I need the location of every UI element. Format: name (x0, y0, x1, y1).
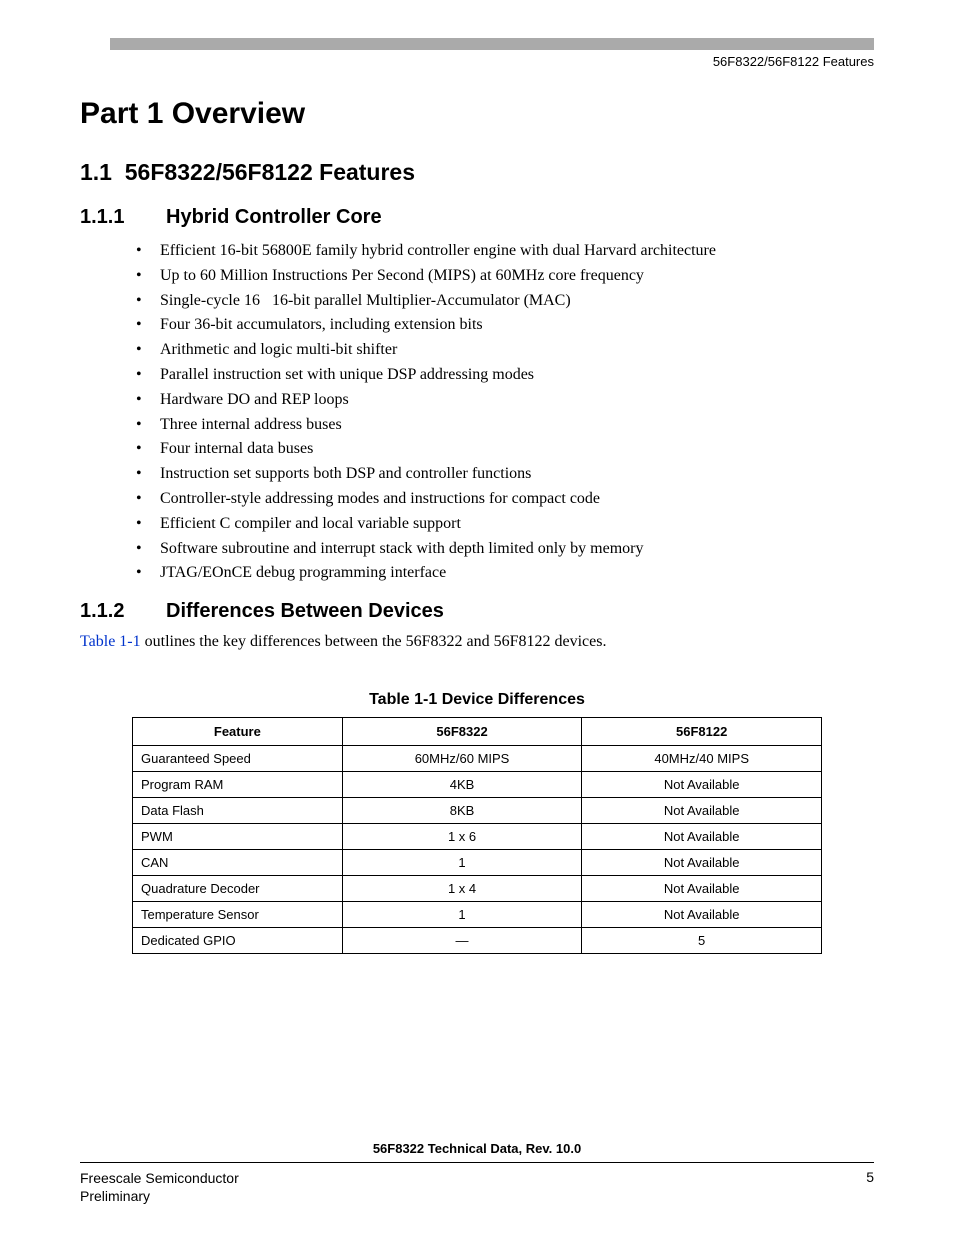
list-item: Three internal address buses (136, 413, 874, 438)
page-footer: 56F8322 Technical Data, Rev. 10.0 Freesc… (80, 1141, 874, 1205)
section-title: 1.1 56F8322/56F8122 Features (80, 159, 874, 186)
list-item: Up to 60 Million Instructions Per Second… (136, 264, 874, 289)
table-cell: Not Available (582, 876, 822, 902)
table-cell: 8KB (342, 798, 582, 824)
list-item: Software subroutine and interrupt stack … (136, 537, 874, 562)
table-cell: Data Flash (133, 798, 343, 824)
subsection-1-title: 1.1.1Hybrid Controller Core (80, 206, 874, 229)
table-caption: Table 1-1 Device Differences (80, 691, 874, 709)
footer-page-number: 5 (866, 1169, 874, 1205)
differences-paragraph: Table 1-1 outlines the key differences b… (80, 633, 874, 651)
list-item: Single-cycle 16 16-bit parallel Multipli… (136, 289, 874, 314)
table-cell: — (342, 928, 582, 954)
list-item: Arithmetic and logic multi-bit shifter (136, 338, 874, 363)
footer-company: Freescale Semiconductor (80, 1169, 239, 1187)
table-cell: Dedicated GPIO (133, 928, 343, 954)
footer-rule (80, 1162, 874, 1163)
device-differences-table: Feature 56F8322 56F8122 Guaranteed Speed… (132, 717, 822, 954)
table-link[interactable]: Table 1-1 (80, 633, 141, 650)
table-cell: Not Available (582, 902, 822, 928)
subsection-1-text: Hybrid Controller Core (166, 206, 382, 228)
table-cell: 5 (582, 928, 822, 954)
list-item: Four internal data buses (136, 437, 874, 462)
table-row: Data Flash8KBNot Available (133, 798, 822, 824)
subsection-2-number: 1.1.2 (80, 600, 166, 623)
table-row: CAN1Not Available (133, 850, 822, 876)
table-cell: 40MHz/40 MIPS (582, 746, 822, 772)
footer-doc-id: 56F8322 Technical Data, Rev. 10.0 (80, 1141, 874, 1156)
table-row: PWM1 x 6Not Available (133, 824, 822, 850)
list-item: Parallel instruction set with unique DSP… (136, 363, 874, 388)
section-number: 1.1 (80, 159, 112, 185)
table-row: Temperature Sensor1Not Available (133, 902, 822, 928)
table-row: Dedicated GPIO—5 (133, 928, 822, 954)
table-header: Feature (133, 718, 343, 746)
table-row: Quadrature Decoder1 x 4Not Available (133, 876, 822, 902)
table-cell: 4KB (342, 772, 582, 798)
table-cell: Not Available (582, 798, 822, 824)
table-cell: Not Available (582, 824, 822, 850)
list-item: Four 36-bit accumulators, including exte… (136, 313, 874, 338)
feature-bullet-list: Efficient 16-bit 56800E family hybrid co… (136, 239, 874, 586)
table-cell: Not Available (582, 772, 822, 798)
table-cell: Guaranteed Speed (133, 746, 343, 772)
para-text: outlines the key differences between the… (141, 633, 607, 650)
list-item: JTAG/EOnCE debug programming interface (136, 561, 874, 586)
subsection-1-number: 1.1.1 (80, 206, 166, 229)
table-cell: Temperature Sensor (133, 902, 343, 928)
table-cell: Not Available (582, 850, 822, 876)
table-row: Guaranteed Speed60MHz/60 MIPS40MHz/40 MI… (133, 746, 822, 772)
table-cell: PWM (133, 824, 343, 850)
table-header: 56F8322 (342, 718, 582, 746)
table-cell: Program RAM (133, 772, 343, 798)
list-item: Controller-style addressing modes and in… (136, 487, 874, 512)
table-cell: 60MHz/60 MIPS (342, 746, 582, 772)
table-cell: CAN (133, 850, 343, 876)
table-header-row: Feature 56F8322 56F8122 (133, 718, 822, 746)
part-title: Part 1 Overview (80, 97, 874, 131)
list-item: Efficient C compiler and local variable … (136, 512, 874, 537)
list-item: Instruction set supports both DSP and co… (136, 462, 874, 487)
subsection-2-text: Differences Between Devices (166, 600, 444, 622)
footer-status: Preliminary (80, 1187, 239, 1205)
table-cell: 1 x 4 (342, 876, 582, 902)
table-cell: Quadrature Decoder (133, 876, 343, 902)
list-item: Hardware DO and REP loops (136, 388, 874, 413)
table-cell: 1 x 6 (342, 824, 582, 850)
table-header: 56F8122 (582, 718, 822, 746)
section-text: 56F8322/56F8122 Features (125, 159, 415, 185)
subsection-2-title: 1.1.2Differences Between Devices (80, 600, 874, 623)
header-decorative-bar (110, 38, 874, 50)
table-row: Program RAM4KBNot Available (133, 772, 822, 798)
footer-left: Freescale Semiconductor Preliminary (80, 1169, 239, 1205)
list-item: Efficient 16-bit 56800E family hybrid co… (136, 239, 874, 264)
running-header: 56F8322/56F8122 Features (80, 54, 874, 69)
table-cell: 1 (342, 902, 582, 928)
table-cell: 1 (342, 850, 582, 876)
